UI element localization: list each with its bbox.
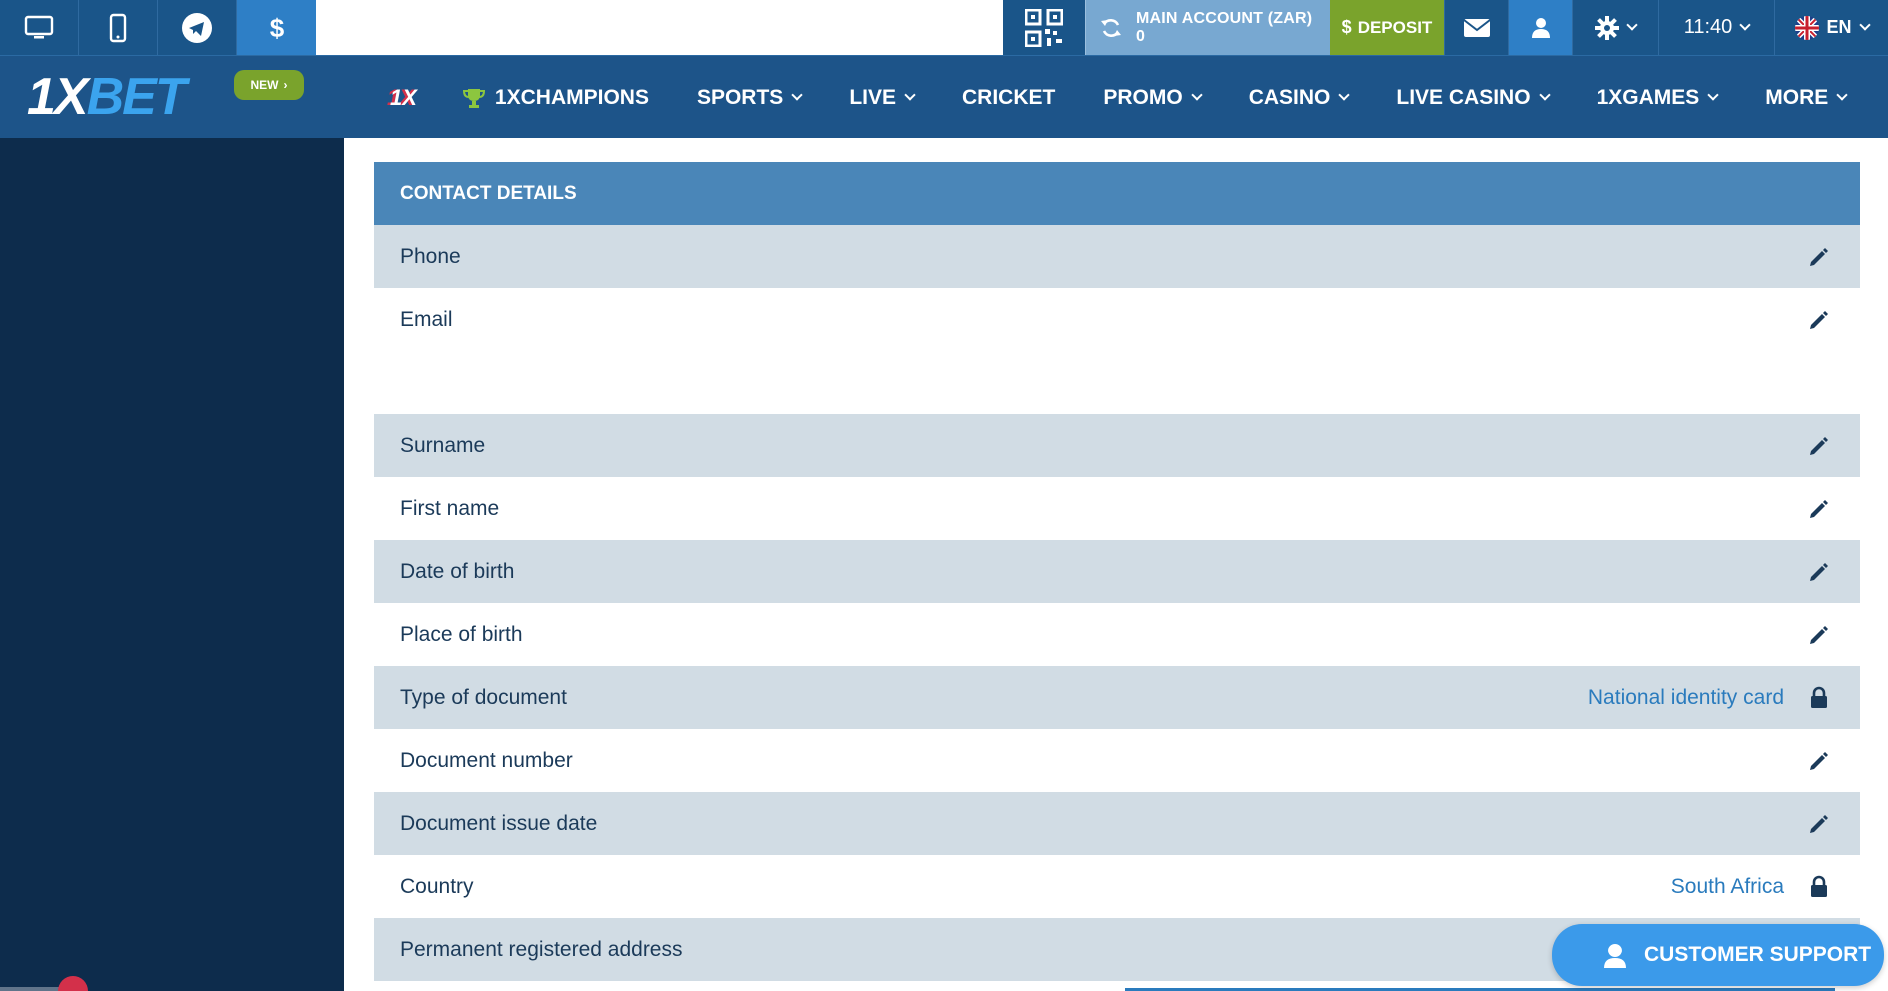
main-navigation: 1XBET NEW › 1X 1XCHAMPIONS SPORTS LIVE CR… — [0, 55, 1888, 138]
clock-time: 11:40 — [1683, 16, 1733, 38]
dollar-icon: $ — [269, 13, 284, 43]
support-label: CUSTOMER SUPPORT — [1644, 943, 1872, 966]
qr-code-button[interactable] — [1003, 0, 1085, 55]
dollar-sign: $ — [1341, 17, 1352, 37]
account-balance: 0 — [1136, 27, 1145, 45]
desktop-version-button[interactable] — [0, 0, 79, 55]
deposit-label: DEPOSIT — [1357, 17, 1433, 37]
brand-logo[interactable]: 1XBET — [27, 71, 187, 123]
field-label: Document issue date — [400, 811, 598, 835]
pencil-icon[interactable] — [1806, 244, 1832, 270]
field-row-surname[interactable]: Surname — [374, 414, 1860, 477]
field-value: South Africa — [1670, 874, 1784, 898]
support-agent-icon — [1604, 942, 1626, 968]
account-label: MAIN ACCOUNT (ZAR) — [1136, 9, 1313, 27]
nav-item-sports[interactable]: SPORTS — [697, 86, 803, 110]
settings-button[interactable] — [1572, 0, 1658, 55]
envelope-icon — [1462, 18, 1491, 37]
top-utility-bar: $ MAIN ACCOUNT (ZAR) 0 $ DEPOSIT 11:40 E… — [0, 0, 1888, 55]
gear-icon — [1595, 15, 1619, 40]
nav-item-live-casino[interactable]: LIVE CASINO — [1396, 86, 1551, 110]
nav-menu: 1X 1XCHAMPIONS SPORTS LIVE CRICKET PROMO… — [390, 56, 1848, 139]
qr-code-icon — [1025, 8, 1063, 47]
pencil-icon[interactable] — [1806, 559, 1832, 585]
nav-item-1xchampions[interactable]: 1XCHAMPIONS — [462, 86, 649, 110]
field-row-phone[interactable]: Phone — [374, 225, 1860, 288]
field-label: Type of document — [400, 685, 567, 709]
mobile-icon — [109, 13, 127, 42]
telegram-icon — [182, 12, 212, 43]
profile-button[interactable] — [1508, 0, 1572, 55]
pencil-icon[interactable] — [1806, 433, 1832, 459]
telegram-button[interactable] — [158, 0, 237, 55]
currency-button[interactable]: $ — [237, 0, 316, 55]
refresh-icon[interactable] — [1100, 17, 1122, 39]
chevron-down-icon — [1191, 89, 1203, 101]
nav-item-1xgames[interactable]: 1XGAMES — [1597, 86, 1719, 110]
chevron-down-icon — [791, 89, 803, 101]
nav-item-more[interactable]: MORE — [1765, 86, 1848, 110]
messages-button[interactable] — [1444, 0, 1508, 55]
top-left-icons: $ — [0, 0, 316, 55]
field-row-document-number[interactable]: Document number — [374, 729, 1860, 792]
field-row-place-of-birth[interactable]: Place of birth — [374, 603, 1860, 666]
field-row-document-issue-date[interactable]: Document issue date — [374, 792, 1860, 855]
nav-item-promo[interactable]: PROMO — [1103, 86, 1203, 110]
left-sidebar — [0, 138, 344, 991]
nav-item-casino[interactable]: CASINO — [1249, 86, 1351, 110]
pencil-icon[interactable] — [1806, 622, 1832, 648]
chevron-down-icon — [1538, 89, 1551, 101]
nav-item-live[interactable]: LIVE — [849, 86, 916, 110]
main-account-balance[interactable]: MAIN ACCOUNT (ZAR) 0 — [1085, 0, 1330, 55]
chevron-down-icon — [904, 89, 916, 101]
language-code: EN — [1826, 17, 1852, 37]
field-row-document-type: Type of document National identity card — [374, 666, 1860, 729]
user-icon — [1531, 17, 1550, 38]
field-row-first-name[interactable]: First name — [374, 477, 1860, 540]
field-label: Surname — [400, 433, 486, 457]
profile-details-panel: CONTACT DETAILS Phone Email Surname Firs… — [374, 162, 1860, 981]
field-label: Country — [400, 874, 474, 898]
lock-icon — [1806, 874, 1832, 900]
deposit-button[interactable]: $ DEPOSIT — [1330, 0, 1444, 55]
chevron-down-icon — [1626, 19, 1638, 31]
nav-item-1x[interactable]: 1X — [390, 85, 417, 111]
field-value: National identity card — [1587, 685, 1784, 709]
field-label: Document number — [400, 748, 573, 772]
sidebar-scroll-indicator — [0, 987, 60, 991]
field-label: Phone — [400, 244, 461, 268]
field-label: Date of birth — [400, 559, 515, 583]
pencil-icon[interactable] — [1806, 748, 1832, 774]
new-badge[interactable]: NEW › — [234, 70, 304, 100]
field-label: First name — [400, 496, 500, 520]
section-title: CONTACT DETAILS — [374, 162, 1860, 225]
mobile-version-button[interactable] — [79, 0, 158, 55]
svg-text:$: $ — [269, 13, 284, 43]
customer-support-button[interactable]: CUSTOMER SUPPORT — [1552, 924, 1884, 986]
desktop-icon — [24, 15, 54, 38]
pencil-icon[interactable] — [1806, 811, 1832, 837]
field-row-email[interactable]: Email — [374, 288, 1860, 351]
nav-item-cricket[interactable]: CRICKET — [962, 86, 1055, 110]
time-display[interactable]: 11:40 — [1658, 0, 1774, 55]
language-selector[interactable]: EN — [1774, 0, 1888, 55]
lock-icon — [1806, 685, 1832, 711]
field-row-date-of-birth[interactable]: Date of birth — [374, 540, 1860, 603]
chevron-down-icon — [1858, 19, 1871, 31]
chevron-down-icon — [1338, 89, 1351, 101]
field-label: Permanent registered address — [400, 937, 683, 961]
field-label: Email — [400, 307, 453, 331]
field-label: Place of birth — [400, 622, 523, 646]
field-row-country: Country South Africa — [374, 855, 1860, 918]
pencil-icon[interactable] — [1806, 307, 1832, 333]
top-right-controls: MAIN ACCOUNT (ZAR) 0 $ DEPOSIT 11:40 EN — [1003, 0, 1888, 55]
pencil-icon[interactable] — [1806, 496, 1832, 522]
chevron-down-icon — [1707, 89, 1719, 101]
trophy-icon — [462, 88, 485, 108]
chevron-down-icon — [1836, 89, 1848, 101]
uk-flag-icon — [1795, 15, 1820, 40]
chevron-down-icon — [1739, 19, 1751, 31]
